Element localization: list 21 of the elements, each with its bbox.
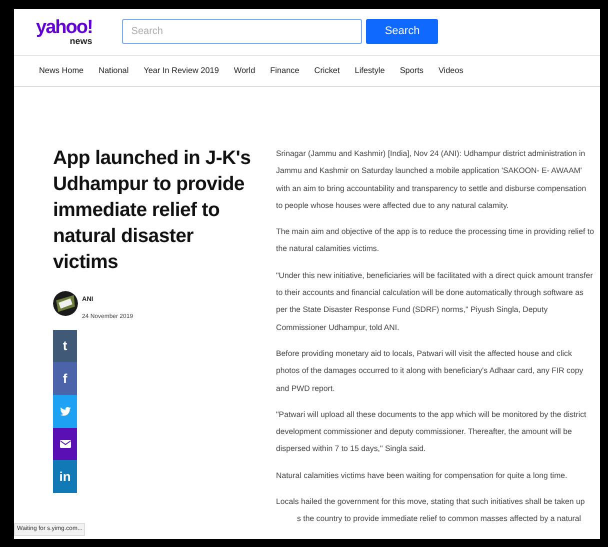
nav-link[interactable]: Year In Review 2019 (144, 64, 219, 78)
nav-link[interactable]: News Home (39, 64, 84, 78)
share-button[interactable]: f (53, 362, 77, 395)
logo-text[interactable]: yahoo! (36, 19, 92, 37)
article-title: App launched in J-K's Udhampur to provide immediate relief to natural disaster victims (53, 146, 252, 275)
nav-link[interactable]: Finance (270, 64, 300, 78)
email-share-button[interactable] (53, 428, 77, 460)
envelope-icon (60, 440, 70, 448)
share-button[interactable]: in (53, 460, 77, 493)
nav-link[interactable]: National (98, 64, 129, 78)
search-button[interactable]: Search (366, 19, 438, 44)
nav-link[interactable]: Lifestyle (354, 64, 385, 78)
nav-link[interactable]: World (234, 64, 256, 78)
search-field[interactable]: Search (122, 19, 362, 44)
share-button[interactable]: t (53, 330, 77, 362)
logo-subtitle: news (70, 37, 92, 45)
bird-icon (60, 406, 70, 416)
nav-link[interactable]: Cricket (314, 64, 340, 78)
nav-link[interactable]: Videos (438, 64, 464, 78)
nav-link[interactable]: Sports (400, 64, 424, 78)
author-avatar (53, 291, 78, 316)
